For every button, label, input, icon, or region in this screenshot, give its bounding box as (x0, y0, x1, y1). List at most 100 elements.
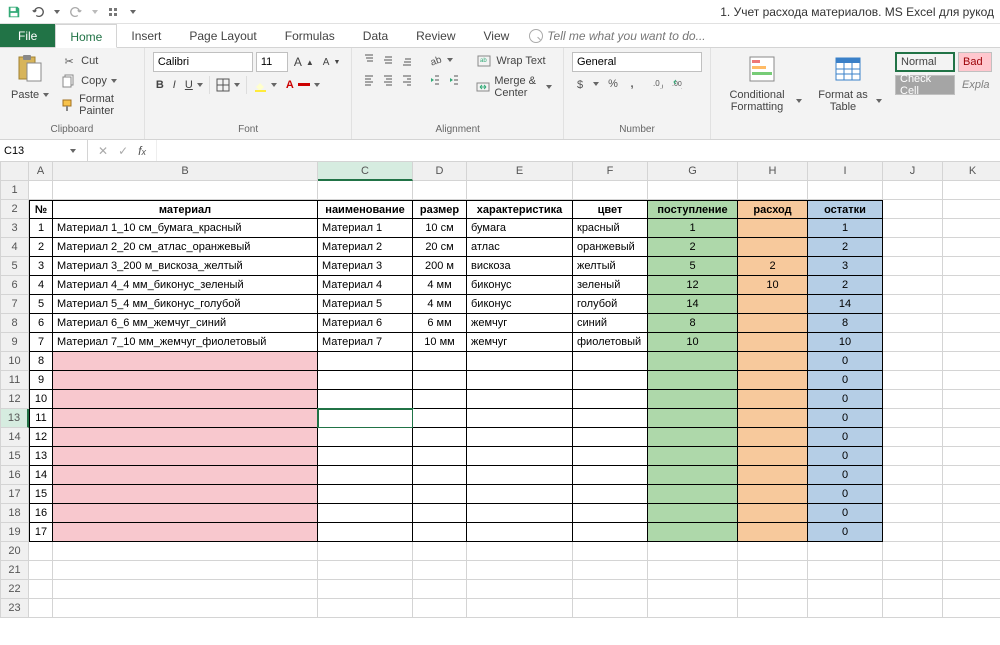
cell[interactable] (467, 504, 573, 523)
cell[interactable]: 2 (738, 257, 808, 276)
cell[interactable]: 12 (648, 276, 738, 295)
cell[interactable]: 10 (648, 333, 738, 352)
cell[interactable]: 2 (808, 238, 883, 257)
cell[interactable] (467, 523, 573, 542)
cell[interactable] (943, 447, 1000, 466)
font-name-input[interactable] (153, 52, 253, 72)
cell[interactable]: № (29, 200, 53, 219)
cell[interactable]: биконус (467, 295, 573, 314)
cell[interactable] (883, 561, 943, 580)
cell[interactable] (467, 447, 573, 466)
cell[interactable]: Материал 3_200 м_вискоза_желтый (53, 257, 318, 276)
cell[interactable]: Материал 4 (318, 276, 413, 295)
cell[interactable] (648, 428, 738, 447)
column-header[interactable]: B (53, 162, 318, 181)
cell[interactable] (29, 599, 53, 618)
tab-insert[interactable]: Insert (117, 24, 175, 47)
cell[interactable] (648, 504, 738, 523)
row-header[interactable]: 9 (1, 333, 29, 352)
paste-icon[interactable] (13, 52, 47, 86)
cell[interactable]: 0 (808, 447, 883, 466)
cell[interactable]: 0 (808, 504, 883, 523)
cell[interactable] (467, 599, 573, 618)
cell[interactable] (943, 200, 1000, 219)
cell[interactable] (883, 314, 943, 333)
cell[interactable] (648, 466, 738, 485)
cell[interactable] (29, 580, 53, 599)
align-middle-button[interactable] (379, 52, 395, 68)
cell[interactable]: 4 мм (413, 295, 467, 314)
cell[interactable]: 5 (648, 257, 738, 276)
cell[interactable] (573, 371, 648, 390)
cell[interactable]: 0 (808, 352, 883, 371)
cell[interactable] (738, 352, 808, 371)
cell[interactable] (53, 580, 318, 599)
cell[interactable]: характеристика (467, 200, 573, 219)
align-bottom-button[interactable] (398, 52, 414, 68)
cell[interactable] (943, 371, 1000, 390)
cell[interactable] (318, 523, 413, 542)
cell[interactable] (883, 295, 943, 314)
cell[interactable]: Материал 5 (318, 295, 413, 314)
cell[interactable]: 15 (29, 485, 53, 504)
row-header[interactable]: 6 (1, 276, 29, 295)
row-header[interactable]: 18 (1, 504, 29, 523)
column-header[interactable]: A (29, 162, 53, 181)
cell[interactable]: 0 (808, 466, 883, 485)
format-as-table-icon[interactable] (831, 52, 865, 86)
cell[interactable] (738, 504, 808, 523)
tab-data[interactable]: Data (349, 24, 402, 47)
decrease-font-button[interactable]: A▼ (320, 56, 344, 69)
cell[interactable]: 3 (29, 257, 53, 276)
cell[interactable]: материал (53, 200, 318, 219)
cell[interactable] (413, 580, 467, 599)
cell[interactable] (413, 447, 467, 466)
cell[interactable] (53, 352, 318, 371)
row-header[interactable]: 2 (1, 200, 29, 219)
cell[interactable] (943, 276, 1000, 295)
row-header[interactable]: 22 (1, 580, 29, 599)
cell[interactable] (467, 352, 573, 371)
cell[interactable] (413, 485, 467, 504)
accounting-format-button[interactable]: $ (572, 76, 602, 92)
cell[interactable] (943, 295, 1000, 314)
cell[interactable] (943, 428, 1000, 447)
cell[interactable] (883, 466, 943, 485)
name-box[interactable] (0, 140, 88, 161)
cell[interactable] (943, 580, 1000, 599)
cell[interactable] (738, 466, 808, 485)
wrap-text-button[interactable]: abWrap Text (473, 52, 555, 70)
cell[interactable]: 2 (29, 238, 53, 257)
merge-center-button[interactable]: Merge & Center (473, 74, 555, 100)
cell[interactable]: 6 (29, 314, 53, 333)
cell[interactable] (648, 485, 738, 504)
cell[interactable] (318, 352, 413, 371)
align-center-button[interactable] (379, 72, 395, 88)
cell[interactable]: 12 (29, 428, 53, 447)
conditional-formatting-button[interactable]: Conditional Formatting (719, 88, 805, 114)
cell[interactable] (318, 561, 413, 580)
row-header[interactable]: 10 (1, 352, 29, 371)
cell[interactable] (53, 485, 318, 504)
tab-view[interactable]: View (470, 24, 524, 47)
cell[interactable]: 17 (29, 523, 53, 542)
row-header[interactable]: 3 (1, 219, 29, 238)
cell[interactable] (413, 466, 467, 485)
cell[interactable] (883, 181, 943, 200)
cell[interactable] (883, 409, 943, 428)
cell[interactable]: 10 (29, 390, 53, 409)
cell[interactable]: бумага (467, 219, 573, 238)
cell[interactable] (573, 599, 648, 618)
name-box-caret-icon[interactable] (70, 149, 76, 153)
cell[interactable]: Материал 3 (318, 257, 413, 276)
row-header[interactable]: 15 (1, 447, 29, 466)
cell[interactable] (648, 580, 738, 599)
cell[interactable] (738, 599, 808, 618)
cell[interactable]: 10 мм (413, 333, 467, 352)
cell[interactable] (943, 257, 1000, 276)
conditional-formatting-icon[interactable] (745, 52, 779, 86)
cell[interactable]: 4 (29, 276, 53, 295)
tab-file[interactable]: File (0, 24, 55, 47)
style-check-cell[interactable]: Check Cell (895, 75, 955, 95)
cell[interactable] (413, 599, 467, 618)
